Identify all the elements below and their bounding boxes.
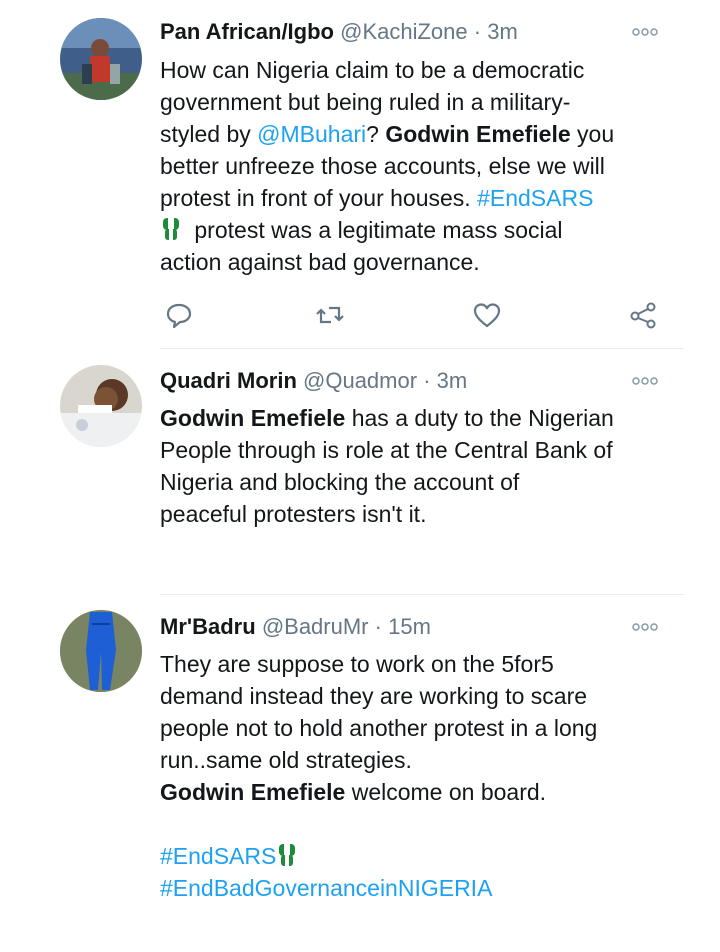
tweet-text-segment: demand instead they are working to scare xyxy=(160,683,588,709)
tweet-text-segment: protest in front of your houses. xyxy=(160,185,478,211)
tweet-text-segment: ? xyxy=(366,121,386,147)
tweet-text-segment: better unfreeze those accounts, else we … xyxy=(160,153,605,179)
hashtag-link[interactable]: #EndBadGovernanceinNIGERIA xyxy=(160,875,492,901)
avatar[interactable] xyxy=(60,365,142,447)
tweet[interactable]: Quadri Morin @Quadmor · 3m Godwin Emefie… xyxy=(0,350,720,595)
meta-separator: · xyxy=(423,368,431,393)
tweet-divider xyxy=(160,348,684,349)
tweet-text-segment: protest was a legitimate mass social xyxy=(188,217,563,243)
tweet-line: protest in front of your houses. #EndSAR… xyxy=(160,182,665,214)
hashtag-link[interactable]: #EndSARS xyxy=(160,843,276,869)
handle[interactable]: @Quadmor xyxy=(303,368,417,393)
tweet-line: government but being ruled in a military… xyxy=(160,86,665,118)
more-icon[interactable] xyxy=(632,27,658,37)
tweet-text-segment: welcome on board. xyxy=(345,779,547,805)
timestamp[interactable]: 3m xyxy=(437,368,468,393)
bold-text: Godwin Emefiele xyxy=(385,121,571,147)
tweet-line: protest was a legitimate mass social xyxy=(160,214,665,246)
tweet-line: People through is role at the Central Ba… xyxy=(160,434,665,466)
tweet-text-segment: Nigeria and blocking the account of xyxy=(160,469,520,495)
tweet-line: styled by @MBuhari? Godwin Emefiele you xyxy=(160,118,665,150)
avatar[interactable] xyxy=(60,18,142,100)
tweet-text-segment: you xyxy=(570,121,615,147)
display-name[interactable]: Pan African/Igbo xyxy=(160,19,334,44)
more-icon[interactable] xyxy=(632,376,658,386)
tweet-actions xyxy=(160,300,665,334)
display-name[interactable]: Mr'Badru xyxy=(160,614,256,639)
tweet-line: better unfreeze those accounts, else we … xyxy=(160,150,665,182)
tweet-text-segment: People through is role at the Central Ba… xyxy=(160,437,613,463)
tweet-line: #EndSARS xyxy=(160,840,665,872)
tweet-line: They are suppose to work on the 5for5 xyxy=(160,648,665,680)
tweet-line xyxy=(160,808,665,840)
tweet-text: How can Nigeria claim to be a democratic… xyxy=(160,54,665,278)
tweet-header: Mr'Badru @BadruMr · 15m xyxy=(160,610,660,644)
tweet-line: Godwin Emefiele welcome on board. xyxy=(160,776,665,808)
tweet-line: people not to hold another protest in a … xyxy=(160,712,665,744)
tweet-text: Godwin Emefiele has a duty to the Nigeri… xyxy=(160,402,665,530)
tweet-line: run..same old strategies. xyxy=(160,744,665,776)
tweet-line: Godwin Emefiele has a duty to the Nigeri… xyxy=(160,402,665,434)
timestamp[interactable]: 3m xyxy=(487,19,518,44)
raised-fist-icon xyxy=(160,216,182,250)
tweet-text-segment: has a duty to the Nigerian xyxy=(345,405,614,431)
handle[interactable]: @BadruMr xyxy=(262,614,369,639)
retweet-icon[interactable] xyxy=(315,300,345,330)
tweet-line: action against bad governance. xyxy=(160,246,665,278)
tweet[interactable]: Pan African/Igbo @KachiZone · 3m How can… xyxy=(0,0,720,350)
reply-icon[interactable] xyxy=(164,300,194,330)
tweet-text-segment: action against bad governance. xyxy=(160,249,480,275)
tweet-text-segment: How can Nigeria claim to be a democratic xyxy=(160,57,585,83)
tweet[interactable]: Mr'Badru @BadruMr · 15m They are suppose… xyxy=(0,596,720,952)
tweet-header: Quadri Morin @Quadmor · 3m xyxy=(160,364,660,398)
avatar[interactable] xyxy=(60,610,142,692)
tweet-text-segment: people not to hold another protest in a … xyxy=(160,715,598,741)
meta-separator: · xyxy=(473,19,482,44)
bold-text: Godwin Emefiele xyxy=(160,779,346,805)
share-icon[interactable] xyxy=(628,300,658,330)
tweet-line: How can Nigeria claim to be a democratic xyxy=(160,54,665,86)
meta-separator: · xyxy=(374,614,382,639)
tweet-text-segment: run..same old strategies. xyxy=(160,747,412,773)
tweet-line: peaceful protesters isn't it. xyxy=(160,498,665,530)
tweet-text-segment: peaceful protesters isn't it. xyxy=(160,501,427,527)
handle[interactable]: @KachiZone xyxy=(340,19,468,44)
tweet-text-segment: government but being ruled in a military… xyxy=(160,89,571,115)
tweet-header: Pan African/Igbo @KachiZone · 3m xyxy=(160,15,660,49)
tweet-text-segment: They are suppose to work on the 5for5 xyxy=(160,651,554,677)
tweet-line: Nigeria and blocking the account of xyxy=(160,466,665,498)
timestamp[interactable]: 15m xyxy=(388,614,431,639)
tweet-line: #EndBadGovernanceinNIGERIA xyxy=(160,872,665,904)
more-icon[interactable] xyxy=(632,622,658,632)
hashtag-link[interactable]: #EndSARS xyxy=(477,185,593,211)
mention-link[interactable]: @MBuhari xyxy=(257,121,366,147)
raised-fist-icon xyxy=(276,842,298,876)
tweet-line: demand instead they are working to scare xyxy=(160,680,665,712)
tweet-text-segment: styled by xyxy=(160,121,258,147)
tweet-divider xyxy=(160,594,684,595)
tweet-text: They are suppose to work on the 5for5 dem… xyxy=(160,648,665,904)
bold-text: Godwin Emefiele xyxy=(160,405,346,431)
heart-icon[interactable] xyxy=(472,300,502,330)
display-name[interactable]: Quadri Morin xyxy=(160,368,297,393)
